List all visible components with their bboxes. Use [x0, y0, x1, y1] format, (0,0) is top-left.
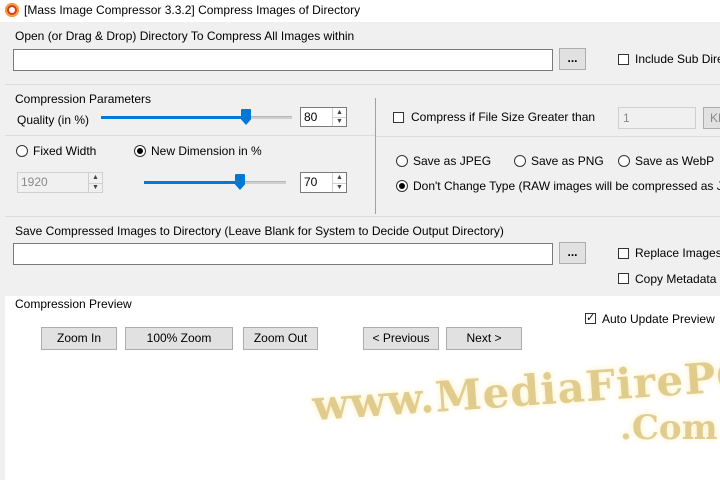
compression-parameters-title: Compression Parameters [15, 92, 152, 106]
save-png-label: Save as PNG [531, 154, 604, 168]
auto-update-label: Auto Update Preview [602, 312, 715, 326]
app-logo-icon [5, 3, 19, 17]
source-directory-label: Open (or Drag & Drop) Directory To Compr… [15, 29, 355, 43]
fixed-width-value: 1920 [21, 175, 48, 189]
new-dimension-radio[interactable] [134, 145, 146, 157]
include-subdirectories-label: Include Sub Direc [635, 52, 720, 66]
params-divider [5, 135, 375, 136]
window-title: [Mass Image Compressor 3.3.2] Compress I… [24, 3, 361, 17]
save-jpeg-radio[interactable] [396, 155, 408, 167]
output-directory-label: Save Compressed Images to Directory (Lea… [15, 224, 504, 238]
fixed-width-label: Fixed Width [33, 144, 97, 158]
zoom-in-button[interactable]: Zoom In [41, 327, 117, 350]
save-webp-label: Save as WebP [635, 154, 715, 168]
quality-slider-fill [101, 116, 246, 119]
dimension-down-arrow-icon[interactable]: ▼ [333, 183, 346, 193]
size-filter-label: Compress if File Size Greater than [411, 110, 596, 124]
keep-type-label: Don't Change Type (RAW images will be co… [413, 179, 720, 193]
format-divider [376, 136, 720, 137]
quality-slider-thumb[interactable] [241, 109, 251, 125]
copy-metadata-label: Copy Metadata ( [635, 272, 720, 286]
auto-update-checkbox[interactable] [585, 311, 596, 324]
fixed-width-spinbox[interactable]: 1920 ▲ ▼ [17, 172, 103, 193]
source-directory-input[interactable] [13, 49, 553, 71]
quality-spinbox[interactable]: 80 ▲ ▼ [300, 107, 347, 127]
save-webp-radio[interactable] [618, 155, 630, 167]
section-divider [5, 216, 720, 217]
fixed-width-radio[interactable] [16, 145, 28, 157]
replace-images-label: Replace Images [635, 246, 720, 260]
width-down-arrow-icon[interactable]: ▼ [89, 183, 102, 193]
dimension-value: 70 [304, 175, 318, 189]
quality-down-arrow-icon[interactable]: ▼ [333, 117, 346, 126]
section-divider [5, 84, 720, 85]
copy-metadata-checkbox[interactable] [618, 273, 629, 284]
quality-label: Quality (in %) [17, 113, 90, 127]
title-bar: [Mass Image Compressor 3.3.2] Compress I… [0, 0, 720, 22]
size-threshold-value: 1 [623, 111, 630, 125]
zoom-out-button[interactable]: Zoom Out [243, 327, 318, 350]
size-unit-button[interactable]: KB [703, 107, 720, 129]
next-button[interactable]: Next > [446, 327, 522, 350]
keep-type-radio[interactable] [396, 180, 408, 192]
dimension-slider-thumb[interactable] [235, 174, 245, 190]
vertical-divider [375, 98, 376, 214]
size-filter-checkbox[interactable] [393, 112, 404, 123]
zoom-100-button[interactable]: 100% Zoom [125, 327, 233, 350]
output-directory-input[interactable] [13, 243, 553, 265]
size-threshold-input[interactable]: 1 [618, 107, 696, 129]
watermark-logo-suffix: .Com [620, 408, 718, 448]
save-png-radio[interactable] [514, 155, 526, 167]
output-browse-button[interactable]: ... [559, 242, 586, 264]
save-jpeg-label: Save as JPEG [413, 154, 492, 168]
previous-button[interactable]: < Previous [363, 327, 439, 350]
replace-images-checkbox[interactable] [618, 248, 629, 259]
preview-title: Compression Preview [15, 297, 132, 311]
include-subdirectories-checkbox[interactable] [618, 54, 629, 65]
source-browse-button[interactable]: ... [559, 48, 586, 70]
new-dimension-label: New Dimension in % [151, 144, 262, 158]
quality-value: 80 [304, 110, 318, 124]
dimension-slider-fill [144, 181, 240, 184]
dimension-spinbox[interactable]: 70 ▲ ▼ [300, 172, 347, 193]
